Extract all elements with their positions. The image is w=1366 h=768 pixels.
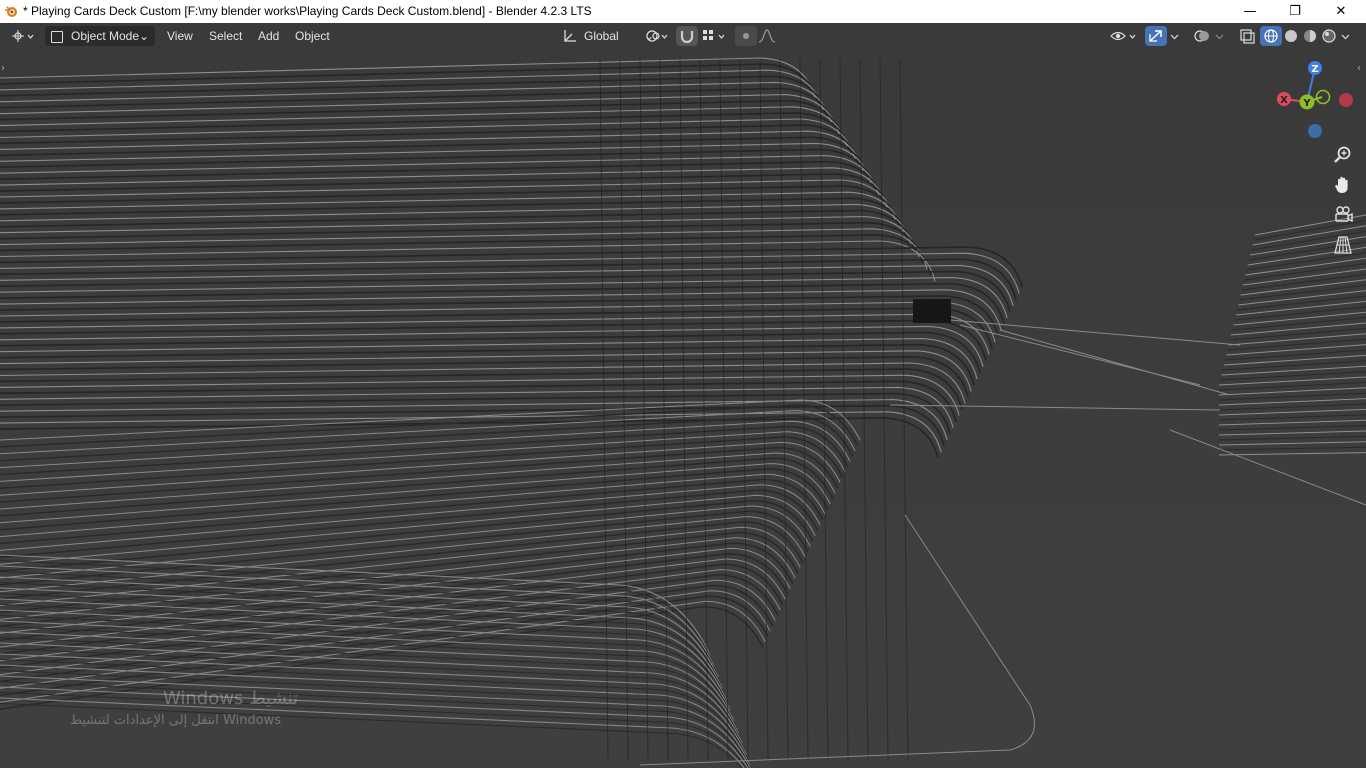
visibility-dropdown[interactable] (1108, 26, 1140, 46)
y-axis-label: Y (1302, 98, 1311, 109)
activation-watermark-title: Windows تنشيط (163, 688, 299, 709)
snap-toggle[interactable] (676, 26, 698, 46)
blender-logo-icon (5, 6, 17, 17)
dark-object (913, 299, 951, 323)
grid-snap-icon (703, 30, 725, 40)
chevron-down-icon (1341, 34, 1350, 40)
rendered-shading-button[interactable] (1318, 26, 1340, 46)
activation-watermark-subtitle: انتقل إلى الإعدادات لتنشيط Windows (70, 713, 282, 728)
xray-toggle[interactable] (1236, 26, 1258, 46)
transform-orientation-icon (564, 30, 576, 42)
gizmo-arrow-icon (1149, 30, 1162, 42)
neg-z-axis-handle[interactable] (1308, 124, 1322, 138)
xray-icon (1240, 29, 1255, 44)
camera-view-button[interactable] (1331, 203, 1355, 227)
select-menu[interactable]: Select (209, 26, 242, 46)
wireframe-sphere-icon (1264, 29, 1278, 43)
pivot-point-button[interactable] (643, 26, 671, 46)
zoom-button[interactable] (1331, 143, 1355, 167)
viewport-header: Object Mode ⌄ View Select Add Object Glob… (0, 23, 1366, 49)
toolbar-expand-arrow-icon[interactable]: › (1, 63, 5, 74)
proportional-falloff-button[interactable] (756, 26, 778, 46)
snap-target-dropdown[interactable] (700, 26, 730, 46)
navigation-gizmo[interactable]: Z X Y (1270, 58, 1362, 142)
close-button[interactable]: ✕ (1318, 0, 1364, 23)
magnet-icon (680, 31, 694, 44)
window-title: * Playing Cards Deck Custom [F:\my blend… (23, 4, 592, 18)
object-menu[interactable]: Object (295, 26, 330, 46)
z-axis-label: Z (1311, 64, 1318, 75)
mode-label: Object Mode (71, 29, 140, 43)
proportional-editing-toggle[interactable] (735, 26, 757, 46)
wireframe-shading-button[interactable] (1260, 26, 1282, 46)
overlays-dropdown[interactable] (1213, 26, 1229, 46)
gizmo-toggle[interactable] (1145, 26, 1167, 46)
editor-type-button[interactable] (8, 26, 34, 46)
gizmo-dropdown[interactable] (1168, 26, 1184, 46)
orientation-dropdown[interactable]: Global ⌄ (556, 26, 656, 46)
pan-button[interactable] (1331, 173, 1355, 197)
eye-icon (1110, 31, 1136, 41)
window-titlebar: * Playing Cards Deck Custom [F:\my blend… (0, 0, 1366, 23)
shading-dropdown[interactable] (1339, 26, 1355, 46)
pivot-icon (646, 30, 668, 42)
zoom-magnifier-icon (1334, 146, 1351, 163)
neg-y-axis-handle[interactable] (1315, 89, 1331, 105)
add-menu[interactable]: Add (258, 26, 279, 46)
falloff-curve-icon (758, 29, 776, 43)
view-menu[interactable]: View (167, 26, 193, 46)
wireframe-scene[interactable] (0, 23, 1366, 768)
object-mode-icon (51, 30, 63, 43)
rendered-sphere-icon (1322, 29, 1336, 43)
dot-icon (743, 33, 749, 39)
axis-cursor-icon (12, 30, 34, 42)
3d-viewport[interactable] (0, 23, 1366, 768)
overlays-toggle[interactable] (1191, 26, 1213, 46)
overlay-circles-icon (1194, 30, 1209, 42)
chevron-down-icon (1170, 34, 1179, 40)
grid-perspective-icon (1334, 236, 1352, 254)
chevron-down-icon: ⌄ (138, 29, 149, 43)
minimize-button[interactable]: — (1227, 0, 1273, 23)
hand-icon (1335, 176, 1348, 193)
perspective-toggle-button[interactable] (1331, 233, 1355, 257)
x-axis-label: X (1280, 95, 1288, 106)
orientation-label: Global (584, 29, 619, 43)
mode-dropdown[interactable]: Object Mode ⌄ (45, 26, 155, 46)
neg-x-axis-handle[interactable] (1339, 93, 1353, 107)
maximize-button[interactable]: ❐ (1272, 0, 1318, 23)
chevron-down-icon (1215, 34, 1224, 40)
camera-icon (1335, 206, 1353, 223)
